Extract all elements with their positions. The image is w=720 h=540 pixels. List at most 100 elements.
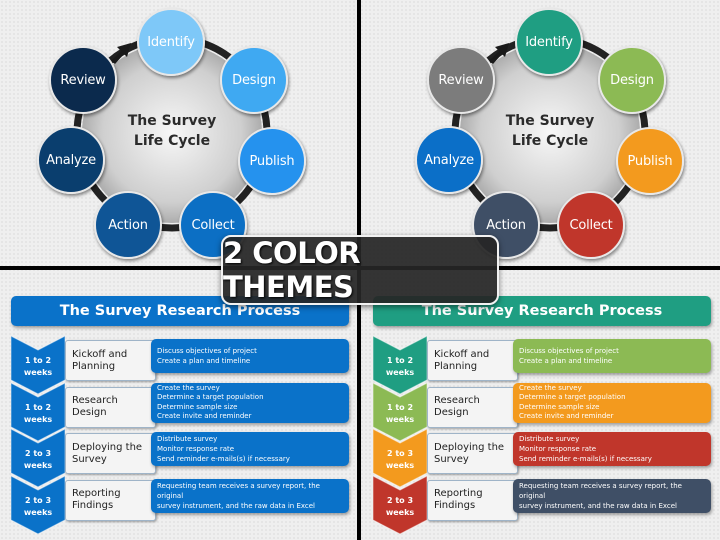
duration-line: 2 to 3	[386, 449, 414, 458]
cycle-node-review: Review	[49, 46, 117, 114]
duration-line: weeks	[23, 414, 53, 424]
step-label-line: Research Design	[72, 395, 118, 418]
step-label-line: Findings	[434, 500, 476, 511]
step-label-line: Kickoff and	[72, 348, 128, 360]
process-step: 1 to 2 weeks Kickoff and Planning Discuss ob…	[11, 336, 349, 394]
step-label: Kickoff and Planning	[427, 340, 518, 381]
duration-line: 2 to 3	[24, 495, 52, 505]
step-detail-line: Determine sample size	[519, 402, 600, 411]
duration-line: weeks	[385, 414, 415, 424]
duration-line: 1 to 2	[386, 356, 414, 365]
step-label-line: Survey	[434, 453, 469, 465]
cycle-title-line: The Survey	[127, 113, 217, 129]
process-step: 1 to 2 weeks Research Design Create the sur…	[11, 382, 349, 441]
step-details: Discuss objectives of project Create a pl…	[513, 339, 711, 373]
step-label: Deploying the Survey	[65, 433, 156, 474]
cycle-node-action: Action	[94, 191, 162, 259]
step-detail-line: Distribute survey	[157, 435, 218, 443]
duration-line: weeks	[385, 461, 415, 470]
step-details: Create the survey Determine a target popu…	[513, 382, 711, 423]
step-detail-line: Discuss objectives of project	[519, 347, 619, 355]
step-label: Deploying the Survey	[427, 433, 518, 474]
step-details: Discuss objectives of project Create a pl…	[151, 339, 349, 373]
step-detail-line: Discuss objectives of project	[157, 347, 257, 355]
step-label-line: Deploying the	[434, 441, 505, 453]
step-duration: 1 to 2 weeks	[11, 402, 65, 426]
cycle-node-collect: Collect	[557, 191, 625, 259]
step-details: Create the survey Determine a target popu…	[151, 382, 349, 423]
step-detail-line: Create invite and reminder	[157, 412, 252, 420]
step-duration: 2 to 3 weeks	[11, 495, 65, 519]
step-duration: 1 to 2 weeks	[373, 402, 427, 426]
duration-line: 1 to 2	[24, 356, 52, 365]
cycle-node-identify: Identify	[515, 8, 583, 76]
cycle-node-publish: Publish	[238, 127, 306, 195]
step-detail-line: survey instrument, and the raw data in E…	[157, 501, 315, 510]
duration-line: 2 to 3	[386, 495, 414, 505]
duration-line: weeks	[385, 507, 415, 517]
step-label-line: Planning	[434, 360, 478, 372]
step-detail-line: Create the survey	[519, 383, 582, 392]
cycle-title-line: Life Cycle	[133, 133, 211, 149]
step-detail-line: Requesting team receives a survey report…	[157, 481, 320, 500]
duration-line: weeks	[23, 461, 53, 470]
cycle-node-review: Review	[427, 46, 495, 114]
step-label: Reporting Findings	[65, 479, 156, 521]
duration-line: weeks	[23, 368, 53, 377]
cycle-node-design: Design	[220, 46, 288, 114]
step-details: Requesting team receives a survey report…	[151, 478, 349, 513]
cycle-title-line: The Survey	[505, 113, 595, 129]
step-detail-line: Monitor response rate	[157, 445, 235, 453]
step-detail-line: Create the survey	[157, 383, 220, 392]
step-label-line: Reporting	[434, 488, 483, 499]
step-label-line: Deploying the	[72, 441, 143, 453]
step-label-line: Findings	[72, 500, 114, 511]
step-detail-line: survey instrument, and the raw data in E…	[519, 501, 677, 510]
step-detail-line: Determine a target population	[519, 393, 626, 401]
step-label-line: Research Design	[434, 395, 480, 418]
cycle-center-title: The Survey Life Cycle	[102, 111, 242, 151]
step-detail-line: Monitor response rate	[519, 445, 597, 453]
step-label: Reporting Findings	[427, 479, 518, 521]
step-label: Research Design	[65, 386, 156, 428]
step-details: Requesting team receives a survey report…	[513, 478, 711, 513]
color-themes-banner: 2 COLOR THEMES	[221, 235, 499, 305]
process-step: 1 to 2 weeks Research Design Create the sur…	[373, 382, 711, 441]
duration-line: 1 to 2	[386, 402, 414, 412]
step-detail-line: Requesting team receives a survey report…	[519, 481, 682, 500]
step-duration: 2 to 3 weeks	[373, 495, 427, 519]
cycle-center-title: The Survey Life Cycle	[480, 111, 620, 151]
step-detail-line: Determine sample size	[157, 402, 238, 411]
cycle-node-design: Design	[598, 46, 666, 114]
step-detail-line: Send reminder e-mails(s) if necessary	[519, 455, 652, 463]
step-label-line: Reporting	[72, 488, 121, 499]
cycle-title-line: Life Cycle	[511, 133, 589, 149]
process-step: 1 to 2 weeks Kickoff and Planning Discuss ob…	[373, 336, 711, 394]
step-detail-line: Create invite and reminder	[519, 412, 614, 420]
survey-life-cycle-blue: The Survey Life Cycle Identify Design Publis…	[0, 0, 358, 266]
cycle-node-publish: Publish	[616, 127, 684, 195]
step-duration: 2 to 3 weeks	[373, 448, 427, 472]
step-detail-line: Determine a target population	[157, 393, 264, 401]
step-detail-line: Create a plan and timeline	[157, 357, 251, 365]
step-detail-line: Send reminder e-mails(s) if necessary	[157, 455, 290, 463]
step-label-line: Planning	[72, 360, 116, 372]
step-label-line: Survey	[72, 453, 107, 465]
process-step: 2 to 3 weeks Reporting Findings Requesting t…	[11, 475, 349, 534]
duration-line: weeks	[385, 368, 415, 377]
cycle-node-identify: Identify	[137, 8, 205, 76]
step-detail-line: Distribute survey	[519, 435, 580, 443]
duration-line: 1 to 2	[24, 402, 52, 412]
duration-line: weeks	[23, 507, 53, 517]
step-duration: 1 to 2 weeks	[11, 355, 65, 379]
step-duration: 2 to 3 weeks	[11, 448, 65, 472]
step-details: Distribute survey Monitor response rate Se…	[513, 432, 711, 466]
step-duration: 1 to 2 weeks	[373, 355, 427, 379]
step-label: Kickoff and Planning	[65, 340, 156, 381]
cycle-node-analyze: Analyze	[37, 126, 105, 194]
step-label-line: Kickoff and	[434, 348, 490, 360]
survey-life-cycle-multicolor: The Survey Life Cycle Identify Design Publis…	[361, 0, 719, 266]
process-step: 2 to 3 weeks Deploying the Survey Distribute…	[373, 429, 711, 487]
process-step: 2 to 3 weeks Reporting Findings Requesting t…	[373, 475, 711, 534]
step-detail-line: Create a plan and timeline	[519, 357, 613, 365]
